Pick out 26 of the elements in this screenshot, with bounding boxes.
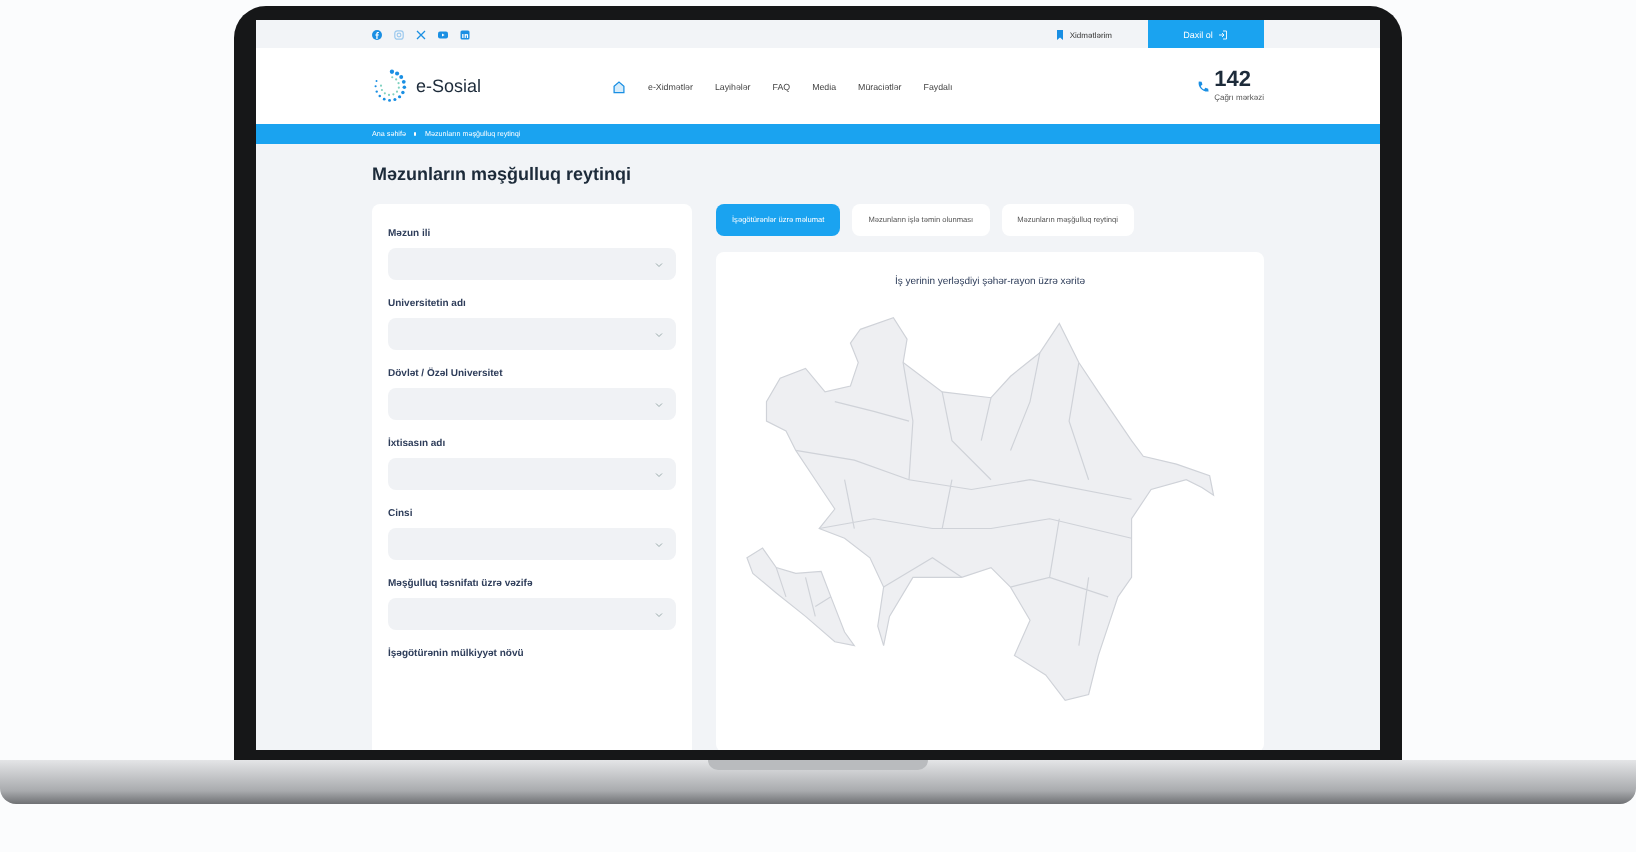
dropdown-field[interactable]	[388, 528, 676, 560]
phone-icon	[1196, 79, 1211, 93]
site-logo-text[interactable]: e-Sosial	[416, 76, 482, 96]
bookmark-icon	[1055, 29, 1064, 39]
dotted-swirl-logo-icon[interactable]	[372, 68, 408, 104]
instagram-icon[interactable]	[394, 29, 404, 39]
dropdown-field[interactable]	[388, 388, 676, 420]
chevron-down-icon	[654, 401, 664, 407]
linkedin-icon[interactable]	[460, 29, 470, 39]
chevron-down-icon	[654, 541, 664, 547]
dropdown-field[interactable]	[388, 318, 676, 350]
home-icon[interactable]	[612, 79, 626, 93]
region-map-drawing[interactable]	[745, 316, 1214, 701]
facebook-icon[interactable]	[372, 29, 382, 39]
chevron-down-icon	[654, 471, 664, 477]
x-logo-icon[interactable]	[416, 29, 426, 39]
chevron-down-icon	[654, 331, 664, 337]
chevron-down-icon	[654, 611, 664, 617]
login-arrow-icon	[1218, 29, 1229, 39]
dropdown-field[interactable]	[388, 248, 676, 280]
chevron-down-icon	[654, 261, 664, 267]
dropdown-field[interactable]	[388, 598, 676, 630]
dropdown-field[interactable]	[388, 458, 676, 490]
page-title: Məzunların məşğulluq reytinqi	[372, 164, 634, 184]
youtube-icon[interactable]	[438, 29, 448, 39]
hotline-number[interactable]: 142	[1214, 70, 1264, 92]
